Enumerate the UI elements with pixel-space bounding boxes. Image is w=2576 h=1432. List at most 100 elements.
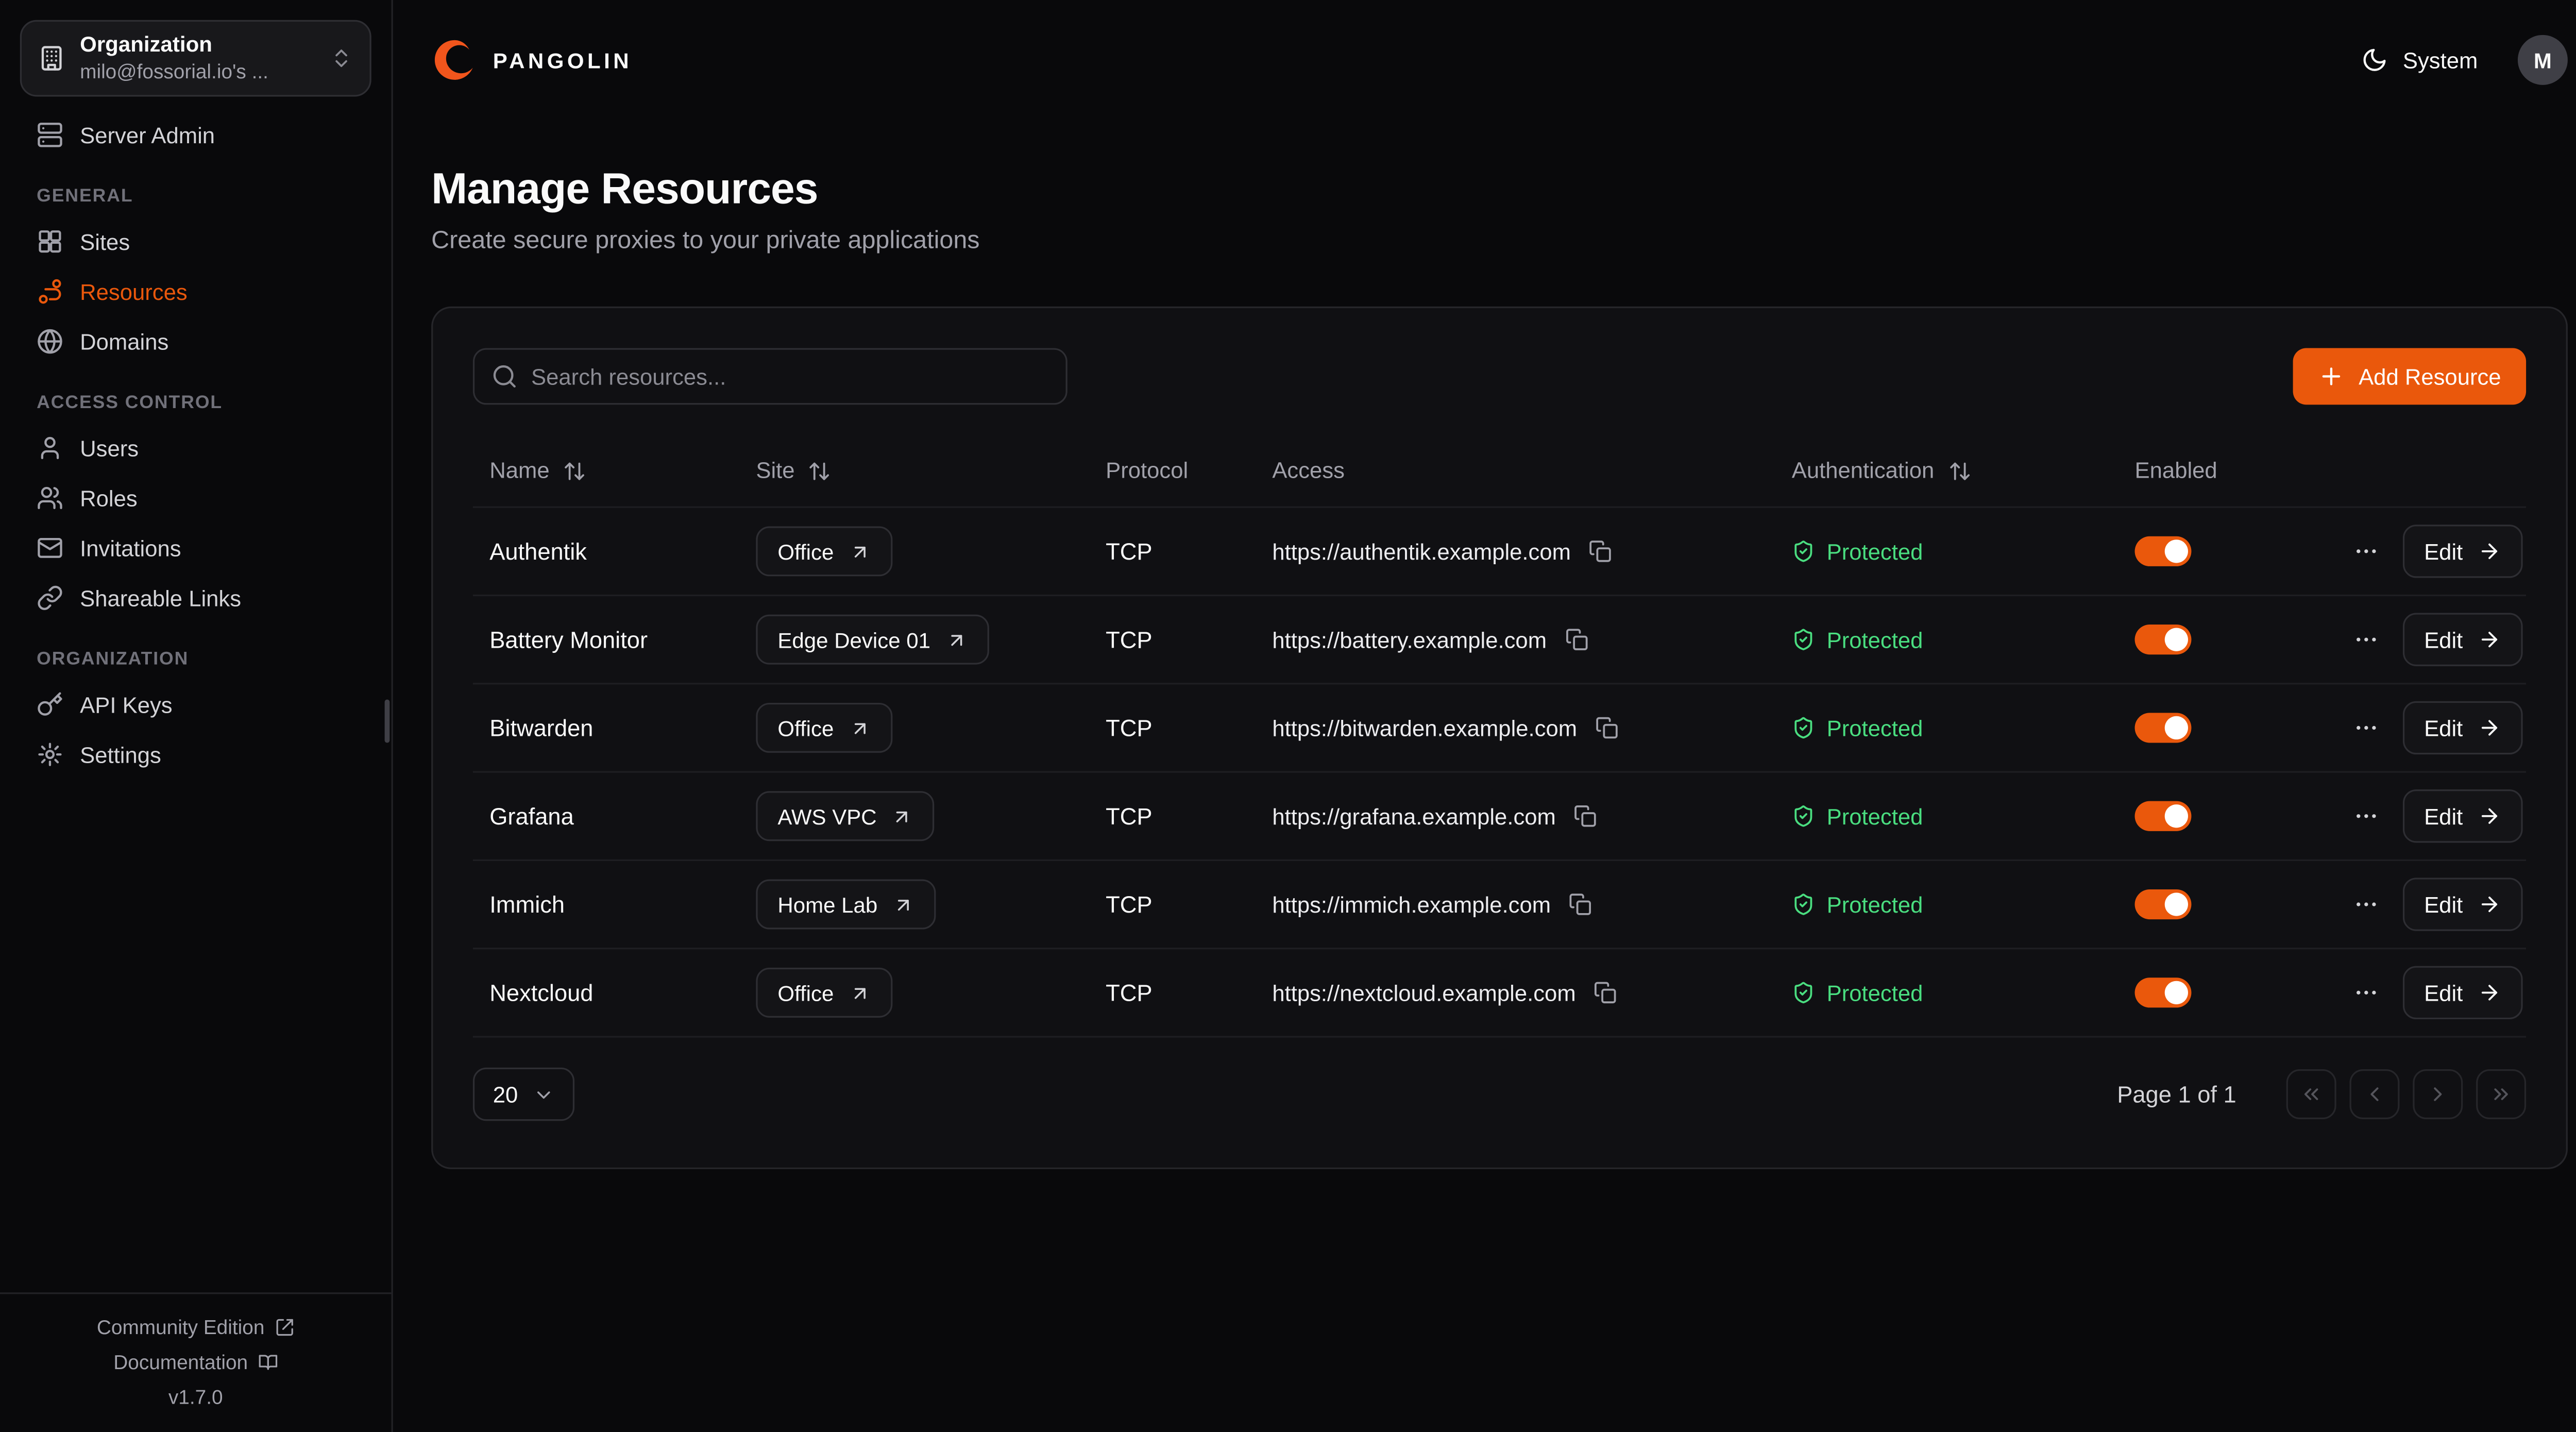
copy-icon xyxy=(1596,716,1619,739)
building-icon xyxy=(38,45,65,72)
sidebar-item-sites[interactable]: Sites xyxy=(20,216,371,266)
sort-icon xyxy=(808,459,831,482)
cell-access-url: https://nextcloud.example.com xyxy=(1272,980,1575,1005)
resources-route-icon xyxy=(37,278,63,305)
sidebar-item-roles[interactable]: Roles xyxy=(20,473,371,523)
row-actions-menu-button[interactable] xyxy=(2352,979,2379,1006)
copy-url-button[interactable] xyxy=(1565,628,1588,651)
mail-icon xyxy=(37,535,63,562)
sort-icon xyxy=(563,459,586,482)
edit-button[interactable]: Edit xyxy=(2402,966,2523,1019)
enabled-toggle[interactable] xyxy=(2135,889,2192,919)
next-page-button[interactable] xyxy=(2413,1069,2463,1119)
resources-card: Add Resource Name Site Protocol xyxy=(431,307,2568,1169)
column-header-name[interactable]: Name xyxy=(473,458,739,483)
server-icon xyxy=(37,122,63,148)
enabled-toggle[interactable] xyxy=(2135,536,2192,566)
sidebar-item-users[interactable]: Users xyxy=(20,423,371,473)
page-status: Page 1 of 1 xyxy=(2117,1081,2236,1108)
sidebar-item-domains[interactable]: Domains xyxy=(20,316,371,366)
copy-url-button[interactable] xyxy=(1594,981,1617,1004)
last-page-button[interactable] xyxy=(2476,1069,2526,1119)
row-actions-menu-button[interactable] xyxy=(2352,803,2379,830)
site-link-badge[interactable]: Office xyxy=(756,703,892,753)
table-row: Immich Home Lab TCP https://immich.examp… xyxy=(473,861,2526,949)
cell-protocol: TCP xyxy=(1089,538,1256,565)
cell-name: Authentik xyxy=(473,538,739,565)
edit-button[interactable]: Edit xyxy=(2402,613,2523,666)
table-row: Authentik Office TCP https://authentik.e… xyxy=(473,508,2526,596)
copy-url-button[interactable] xyxy=(1596,716,1619,739)
chevron-down-icon xyxy=(533,1083,554,1105)
site-link-badge[interactable]: Office xyxy=(756,526,892,576)
sidebar-item-invitations[interactable]: Invitations xyxy=(20,523,371,573)
ellipsis-icon xyxy=(2352,803,2379,830)
key-icon xyxy=(37,691,63,718)
ellipsis-icon xyxy=(2352,626,2379,653)
sidebar-nav: Server Admin GENERAL Sites Resources Dom… xyxy=(0,107,392,780)
enabled-toggle[interactable] xyxy=(2135,801,2192,831)
arrow-right-icon xyxy=(2478,804,2501,828)
page-size-select[interactable]: 20 xyxy=(473,1068,574,1121)
documentation-link[interactable]: Documentation xyxy=(113,1350,278,1373)
table-footer: 20 Page 1 of 1 xyxy=(473,1068,2526,1121)
sidebar-item-label: Shareable Links xyxy=(80,585,241,610)
edit-button[interactable]: Edit xyxy=(2402,878,2523,931)
sidebar-item-server-admin[interactable]: Server Admin xyxy=(20,110,371,160)
column-header-access: Access xyxy=(1256,458,1775,483)
shield-check-icon xyxy=(1792,716,1815,739)
first-page-button[interactable] xyxy=(2286,1069,2336,1119)
copy-url-button[interactable] xyxy=(1589,540,1613,563)
sidebar-scrollbar[interactable] xyxy=(385,699,390,743)
site-link-badge[interactable]: AWS VPC xyxy=(756,791,935,841)
site-link-badge[interactable]: Edge Device 01 xyxy=(756,615,989,665)
table-row: Bitwarden Office TCP https://bitwarden.e… xyxy=(473,684,2526,772)
row-actions-menu-button[interactable] xyxy=(2352,626,2379,653)
sidebar-item-label: API Keys xyxy=(80,692,172,717)
add-resource-button[interactable]: Add Resource xyxy=(2294,348,2526,405)
theme-toggle-button[interactable]: System xyxy=(2361,46,2478,73)
sidebar-item-label: Domains xyxy=(80,329,168,353)
auth-status-badge: Protected xyxy=(1827,715,1923,740)
edit-button[interactable]: Edit xyxy=(2402,701,2523,754)
roles-icon xyxy=(37,485,63,512)
copy-url-button[interactable] xyxy=(1569,892,1592,916)
avatar[interactable]: M xyxy=(2518,35,2568,85)
sidebar-item-settings[interactable]: Settings xyxy=(20,730,371,780)
column-header-authentication[interactable]: Authentication xyxy=(1775,458,2118,483)
table-header-row: Name Site Protocol Access Authenticati xyxy=(473,435,2526,508)
chevrons-left-icon xyxy=(2300,1083,2323,1106)
edit-button[interactable]: Edit xyxy=(2402,525,2523,578)
edit-button[interactable]: Edit xyxy=(2402,789,2523,843)
arrow-up-right-icon xyxy=(849,717,870,738)
row-actions-menu-button[interactable] xyxy=(2352,538,2379,565)
ellipsis-icon xyxy=(2352,538,2379,565)
previous-page-button[interactable] xyxy=(2349,1069,2399,1119)
auth-status-badge: Protected xyxy=(1827,627,1923,652)
row-actions-menu-button[interactable] xyxy=(2352,891,2379,918)
sidebar-item-label: Settings xyxy=(80,742,161,767)
column-header-enabled: Enabled xyxy=(2118,458,2318,483)
users-icon xyxy=(37,435,63,462)
row-actions-menu-button[interactable] xyxy=(2352,715,2379,742)
column-header-site[interactable]: Site xyxy=(739,458,1089,483)
table-row: Nextcloud Office TCP https://nextcloud.e… xyxy=(473,949,2526,1037)
sidebar-item-shareable-links[interactable]: Shareable Links xyxy=(20,573,371,623)
cell-access-url: https://immich.example.com xyxy=(1272,892,1551,917)
enabled-toggle[interactable] xyxy=(2135,978,2192,1007)
sidebar: Organization milo@fossorial.io's ... Ser… xyxy=(0,0,393,1432)
enabled-toggle[interactable] xyxy=(2135,713,2192,743)
site-link-badge[interactable]: Office xyxy=(756,968,892,1018)
enabled-toggle[interactable] xyxy=(2135,625,2192,654)
auth-status-badge: Protected xyxy=(1827,803,1923,828)
org-selector[interactable]: Organization milo@fossorial.io's ... xyxy=(20,20,371,97)
sidebar-item-resources[interactable]: Resources xyxy=(20,266,371,316)
shield-check-icon xyxy=(1792,892,1815,916)
community-edition-link[interactable]: Community Edition xyxy=(97,1315,295,1338)
sidebar-item-api-keys[interactable]: API Keys xyxy=(20,680,371,730)
copy-url-button[interactable] xyxy=(1574,804,1597,828)
plus-icon xyxy=(2318,363,2345,390)
site-link-badge[interactable]: Home Lab xyxy=(756,880,936,930)
sites-grid-icon xyxy=(37,228,63,255)
search-input[interactable] xyxy=(473,348,1067,405)
